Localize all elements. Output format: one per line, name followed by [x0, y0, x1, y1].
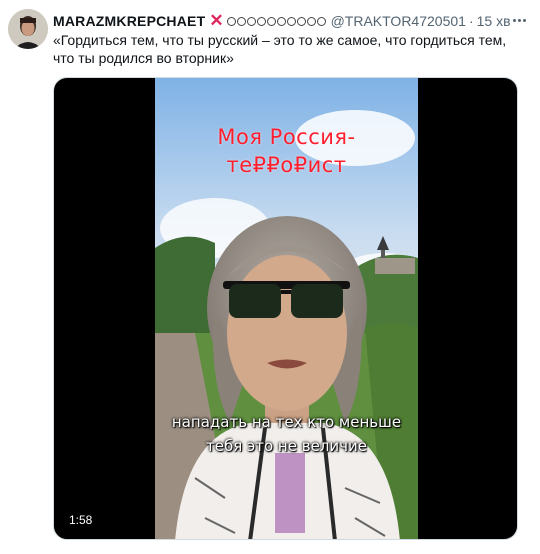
display-name[interactable]: MARAZMKREPCHAET — [53, 13, 205, 29]
separator-dot: · — [468, 13, 474, 29]
tweet[interactable]: MARAZMKREPCHAET ✕ @TRAKTOR4720501 · 15 х… — [0, 0, 540, 554]
video-player[interactable]: Моя Россия- те₽₽о₽ист нападать на тех кт… — [53, 77, 518, 540]
video-caption-line-1: нападать на тех кто меньше — [171, 413, 402, 431]
cross-mark-icon: ✕ — [209, 11, 224, 30]
tweet-text: «Гордиться тем, что ты русский – это то … — [53, 32, 507, 66]
symbol-icon — [296, 16, 306, 26]
video-overlay-subtitle: те₽₽о₽ист — [226, 153, 347, 177]
name-emoji-row: ✕ — [209, 11, 326, 30]
video-duration: 1:58 — [64, 511, 98, 529]
symbol-icon — [306, 16, 316, 26]
avatar-image — [8, 9, 48, 49]
symbol-icon — [256, 16, 266, 26]
video-caption-line-2: тебя это не величие — [206, 437, 367, 455]
symbol-icon — [286, 16, 296, 26]
symbol-icon — [246, 16, 256, 26]
symbol-icon — [226, 16, 236, 26]
video-overlay-title: Моя Россия- — [217, 125, 356, 149]
avatar[interactable] — [8, 9, 48, 49]
video-frame[interactable]: Моя Россия- те₽₽о₽ист нападать на тех кт… — [155, 78, 418, 539]
symbol-icon — [236, 16, 246, 26]
symbol-icon — [266, 16, 276, 26]
symbol-icon — [276, 16, 286, 26]
timestamp[interactable]: 15 хв — [477, 13, 511, 29]
more-options-icon[interactable] — [508, 11, 530, 29]
tweet-header: MARAZMKREPCHAET ✕ @TRAKTOR4720501 · 15 х… — [53, 11, 533, 31]
handle[interactable]: @TRAKTOR4720501 — [331, 13, 466, 29]
symbol-icon — [316, 16, 326, 26]
